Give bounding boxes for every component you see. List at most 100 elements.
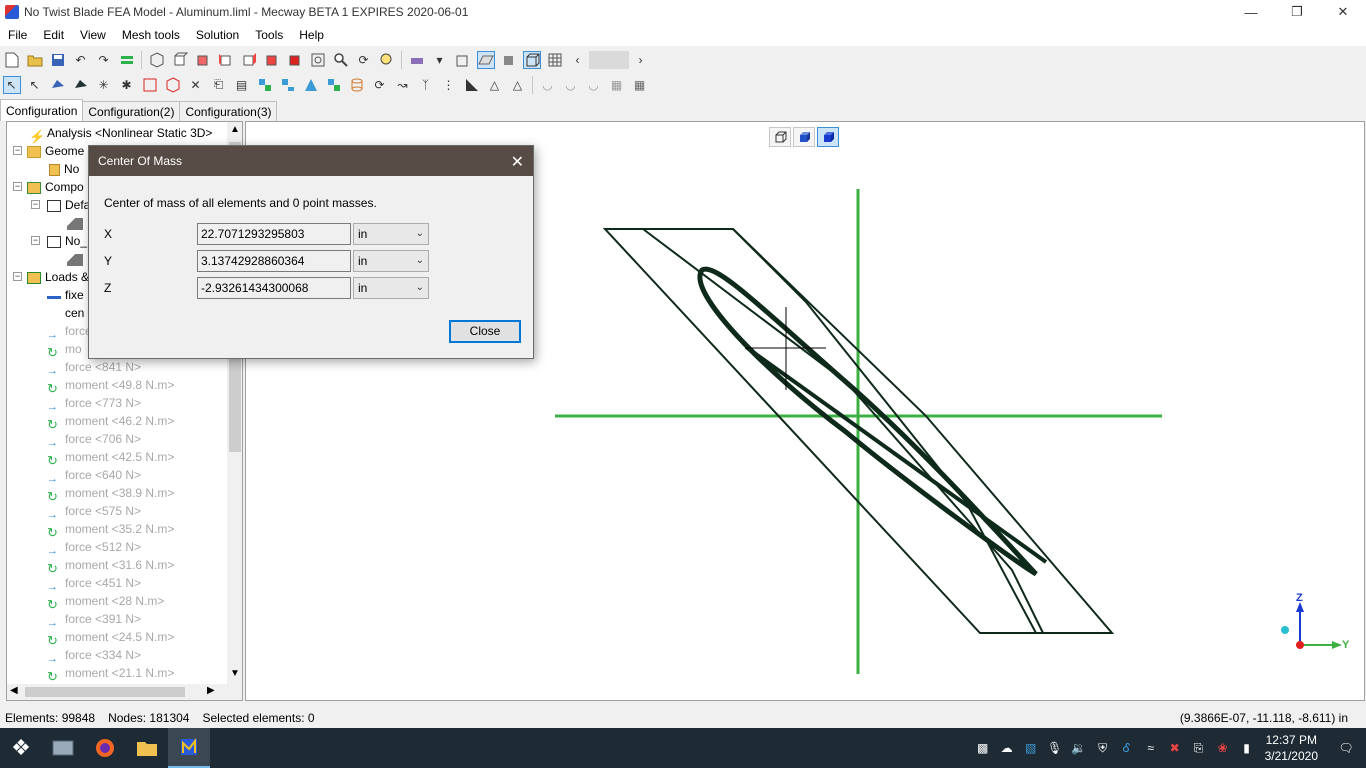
collapse-toggle[interactable]: − <box>13 272 22 281</box>
shaded-cube-icon[interactable] <box>793 127 815 147</box>
tree-item-default-child[interactable] <box>67 214 87 232</box>
select-element-icon[interactable] <box>49 76 67 94</box>
scroll-left-icon[interactable]: ‹ <box>569 51 587 69</box>
triangle-icon[interactable]: △ <box>486 76 504 94</box>
tab-configuration-3[interactable]: Configuration(3) <box>179 101 278 121</box>
tree-item-force-faded[interactable]: → force <box>47 322 92 341</box>
tree-item-loads[interactable]: Loads & <box>27 268 89 286</box>
tree-item-default[interactable]: Defa <box>47 196 90 214</box>
view-top-icon[interactable] <box>263 51 281 69</box>
tree-item-force[interactable]: → force <773 N> <box>47 394 141 413</box>
scroll-down-icon[interactable]: ▼ <box>230 668 240 679</box>
extrude-icon[interactable]: ▤ <box>233 76 251 94</box>
mirror-icon[interactable]: ⎗ <box>210 76 228 94</box>
system-clock[interactable]: 12:37 PM 3/21/2020 <box>1265 732 1318 764</box>
bluetooth-icon[interactable]: Ꮄ <box>1115 728 1139 768</box>
menu-view[interactable]: View <box>72 24 114 46</box>
tree-item-moment[interactable]: ↻ moment <46.2 N.m> <box>47 412 174 432</box>
view-iso-icon[interactable] <box>148 51 166 69</box>
scroll-right-icon[interactable]: ▶ <box>207 685 215 696</box>
tree-item-components[interactable]: Compo <box>27 178 84 196</box>
collapse-toggle[interactable]: − <box>31 236 40 245</box>
y-value-field[interactable]: 3.13742928860364 <box>197 250 351 272</box>
tree-item-analysis[interactable]: ⚡ Analysis <Nonlinear Static 3D> <box>29 124 212 144</box>
battery-icon[interactable]: ▮ <box>1235 728 1259 768</box>
join-icon[interactable] <box>325 76 343 94</box>
start-icon[interactable]: ❖ <box>0 728 42 768</box>
tab-configuration[interactable]: Configuration <box>0 99 84 121</box>
explode-icon[interactable]: ✳ <box>95 76 113 94</box>
solid-shading-icon[interactable] <box>500 51 518 69</box>
scroll-right-icon[interactable]: › <box>632 51 650 69</box>
branch-icon[interactable]: ᛉ <box>417 76 435 94</box>
cloud-app-icon[interactable]: ☁ <box>995 728 1019 768</box>
toolbar-scroll-track[interactable] <box>589 50 629 69</box>
redo-icon[interactable]: ↷ <box>95 51 113 69</box>
tree-item-moment[interactable]: ↻ moment <24.5 N.m> <box>47 628 174 648</box>
tree-item-force[interactable]: → force <575 N> <box>47 502 141 521</box>
tree-item-force[interactable]: → force <640 N> <box>47 466 141 485</box>
tab-configuration-2[interactable]: Configuration(2) <box>82 101 181 121</box>
table-icon[interactable]: ▦ <box>631 76 649 94</box>
restore-button[interactable]: ❐ <box>1274 0 1320 24</box>
wire-cube-icon[interactable] <box>769 127 791 147</box>
curved-surface-2-icon[interactable]: ◡ <box>562 76 580 94</box>
save-icon[interactable] <box>49 51 67 69</box>
task-view-icon[interactable] <box>42 728 84 768</box>
select-arrow-icon[interactable]: ↖ <box>2 75 21 94</box>
mesh-lines-icon[interactable] <box>546 51 564 69</box>
zoom-window-icon[interactable] <box>378 51 396 69</box>
revolve-icon[interactable]: ⟳ <box>371 76 389 94</box>
mecway-taskbar-icon[interactable] <box>168 728 210 768</box>
tree-item-force[interactable]: → force <512 N> <box>47 538 141 557</box>
refine-icon[interactable] <box>256 76 274 94</box>
tree-item-fixed[interactable]: fixe <box>47 286 84 304</box>
open-folder-icon[interactable] <box>26 51 44 69</box>
collapse-toggle[interactable]: − <box>13 146 22 155</box>
menu-mesh-tools[interactable]: Mesh tools <box>114 24 188 46</box>
notification-icon[interactable]: 🗨 <box>1326 728 1366 768</box>
merge-icon[interactable] <box>302 76 320 94</box>
tree-item-moment[interactable]: ↻ moment <28 N.m> <box>47 592 164 612</box>
wireframe-icon[interactable] <box>454 51 472 69</box>
tree-item-moment[interactable]: ↻ moment <35.2 N.m> <box>47 520 174 540</box>
dialog-close-icon[interactable]: ✕ <box>511 152 524 172</box>
select-face-icon[interactable] <box>72 76 90 94</box>
cube-icon[interactable] <box>164 76 182 94</box>
delete-icon[interactable]: ✕ <box>187 76 205 94</box>
render-settings-icon[interactable] <box>408 51 426 69</box>
mesh-icon[interactable] <box>463 76 481 94</box>
tree-item-geometry[interactable]: Geome <box>27 142 84 160</box>
bug-icon[interactable]: ❀ <box>1211 728 1235 768</box>
close-button[interactable]: Close <box>449 320 521 343</box>
solid-cube-icon[interactable] <box>817 127 839 147</box>
menu-edit[interactable]: Edit <box>35 24 72 46</box>
curved-surface-3-icon[interactable]: ◡ <box>585 76 603 94</box>
solve-icon[interactable] <box>118 51 136 69</box>
tree-hscroll-thumb[interactable] <box>25 687 185 697</box>
edges-icon[interactable] <box>522 50 541 69</box>
tree-item-force[interactable]: → force <451 N> <box>47 574 141 593</box>
sweep-icon[interactable]: ↝ <box>394 76 412 94</box>
view-back-icon[interactable] <box>194 51 212 69</box>
z-value-field[interactable]: -2.93261434300068 <box>197 277 351 299</box>
tree-item-moment[interactable]: ↻ moment <49.8 N.m> <box>47 376 174 396</box>
network-error-icon[interactable]: ✖ <box>1163 728 1187 768</box>
tree-item-moment[interactable]: ↻ moment <42.5 N.m> <box>47 448 174 468</box>
x-unit-select[interactable]: in ⌄ <box>353 223 429 245</box>
tree-item-moment-faded[interactable]: ↻ mo <box>47 340 82 360</box>
y-unit-select[interactable]: in ⌄ <box>353 250 429 272</box>
flat-shading-icon[interactable] <box>476 50 495 69</box>
tree-item-moment[interactable]: ↻ moment <21.1 N.m> <box>47 664 174 684</box>
security-shield-icon[interactable]: ⛨ <box>1091 728 1115 768</box>
view-left-icon[interactable] <box>217 51 235 69</box>
wps-icon[interactable]: ▧ <box>1019 728 1043 768</box>
grid-options-icon[interactable]: ▦ <box>608 76 626 94</box>
tree-item-moment[interactable]: ↻ moment <38.9 N.m> <box>47 484 174 504</box>
curved-surface-icon[interactable]: ◡ <box>539 76 557 94</box>
zoom-icon[interactable] <box>332 51 350 69</box>
rectangle-select-icon[interactable] <box>141 76 159 94</box>
menu-tools[interactable]: Tools <box>247 24 291 46</box>
z-unit-select[interactable]: in ⌄ <box>353 277 429 299</box>
tree-item-force[interactable]: → force <841 N> <box>47 358 141 377</box>
